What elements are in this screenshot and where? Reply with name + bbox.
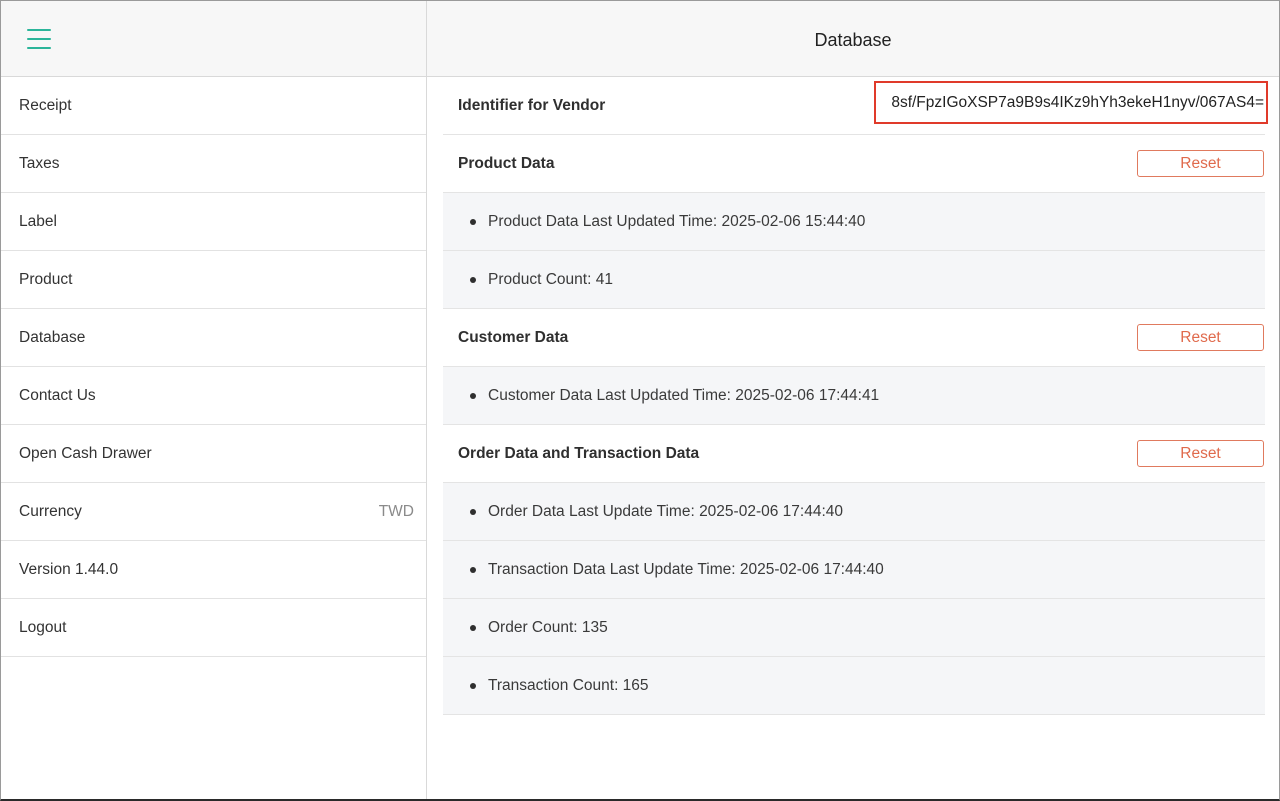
list-item: Order Data Last Update Time: 2025-02-06 …: [443, 483, 1265, 541]
database-settings-list: Identifier for Vendor 8sf/FpzIGoXSP7a9B9…: [443, 77, 1268, 715]
bullet-icon: [470, 624, 476, 631]
customer-last-updated: Customer Data Last Updated Time: 2025-02…: [470, 387, 879, 405]
list-item: Customer Data Last Updated Time: 2025-02…: [443, 367, 1265, 425]
reset-customer-data-button[interactable]: Reset: [1137, 324, 1264, 351]
main-content: Identifier for Vendor 8sf/FpzIGoXSP7a9B9…: [427, 77, 1279, 799]
sidebar-item-label: Open Cash Drawer: [19, 444, 152, 462]
detail-text: Transaction Data Last Update Time: 2025-…: [488, 560, 884, 578]
list-item: Order Count: 135: [443, 599, 1265, 657]
detail-text: Order Count: 135: [488, 618, 608, 636]
product-count: Product Count: 41: [470, 271, 613, 289]
list-item: Transaction Count: 165: [443, 657, 1265, 715]
detail-text: Customer Data Last Updated Time: 2025-02…: [488, 386, 880, 404]
list-item: Product Data Last Updated Time: 2025-02-…: [443, 193, 1265, 251]
reset-order-data-button[interactable]: Reset: [1137, 440, 1264, 467]
detail-text: Order Data Last Update Time: 2025-02-06 …: [488, 502, 843, 520]
sidebar-item-version: Version 1.44.0: [1, 541, 426, 599]
menu-line: [27, 29, 51, 31]
product-data-header-row: Product Data Reset: [443, 135, 1265, 193]
bullet-icon: [470, 566, 476, 573]
bullet-icon: [470, 392, 476, 399]
order-last-updated: Order Data Last Update Time: 2025-02-06 …: [470, 503, 843, 521]
sidebar-item-product[interactable]: Product: [1, 251, 426, 309]
top-bar: Database: [1, 1, 1279, 77]
currency-value: TWD: [378, 502, 414, 520]
sidebar-item-label: Database: [19, 328, 86, 346]
sidebar-item-label: Product: [19, 270, 73, 288]
bullet-icon: [470, 682, 476, 689]
vendor-identifier-value[interactable]: 8sf/FpzIGoXSP7a9B9s4IKz9hYh3ekeH1nyv/067…: [874, 81, 1268, 124]
menu-line: [27, 38, 51, 40]
bullet-icon: [470, 218, 476, 225]
page-title: Database: [814, 30, 892, 50]
customer-data-title: Customer Data: [458, 328, 569, 346]
sidebar: Receipt Taxes Label Product Database Con…: [1, 77, 427, 799]
sidebar-item-label: Currency: [19, 502, 82, 520]
product-last-updated: Product Data Last Updated Time: 2025-02-…: [470, 213, 865, 231]
order-data-header-row: Order Data and Transaction Data Reset: [443, 425, 1265, 483]
vendor-identifier-row: Identifier for Vendor 8sf/FpzIGoXSP7a9B9…: [443, 77, 1268, 135]
sidebar-item-label: Taxes: [19, 154, 60, 172]
vendor-identifier-label: Identifier for Vendor: [458, 96, 606, 114]
detail-text: Product Data Last Updated Time: 2025-02-…: [488, 212, 866, 230]
order-count: Order Count: 135: [470, 619, 608, 637]
hamburger-menu-icon[interactable]: [27, 29, 51, 49]
reset-product-data-button[interactable]: Reset: [1137, 150, 1264, 177]
sidebar-item-label: Version 1.44.0: [19, 560, 119, 578]
sidebar-item-taxes[interactable]: Taxes: [1, 135, 426, 193]
sidebar-item-currency[interactable]: Currency TWD: [1, 483, 426, 541]
bullet-icon: [470, 276, 476, 283]
transaction-count: Transaction Count: 165: [470, 677, 649, 695]
sidebar-item-contact-us[interactable]: Contact Us: [1, 367, 426, 425]
bullet-icon: [470, 508, 476, 515]
sidebar-item-open-cash-drawer[interactable]: Open Cash Drawer: [1, 425, 426, 483]
product-data-title: Product Data: [458, 154, 555, 172]
list-item: Transaction Data Last Update Time: 2025-…: [443, 541, 1265, 599]
sidebar-item-label: Contact Us: [19, 386, 96, 404]
menu-line: [27, 47, 51, 49]
order-data-title: Order Data and Transaction Data: [458, 444, 700, 462]
sidebar-item-label: Label: [19, 212, 57, 230]
transaction-last-updated: Transaction Data Last Update Time: 2025-…: [470, 561, 884, 579]
sidebar-item-label: Logout: [19, 618, 67, 636]
customer-data-header-row: Customer Data Reset: [443, 309, 1265, 367]
detail-text: Product Count: 41: [488, 270, 613, 288]
list-item: Product Count: 41: [443, 251, 1265, 309]
sidebar-item-label[interactable]: Label: [1, 193, 426, 251]
app-window: Database Receipt Taxes Label Product Dat…: [0, 0, 1280, 801]
sidebar-item-logout[interactable]: Logout: [1, 599, 426, 657]
sidebar-item-receipt[interactable]: Receipt: [1, 77, 426, 135]
sidebar-item-database[interactable]: Database: [1, 309, 426, 367]
sidebar-item-label: Receipt: [19, 96, 72, 114]
detail-text: Transaction Count: 165: [488, 676, 649, 694]
